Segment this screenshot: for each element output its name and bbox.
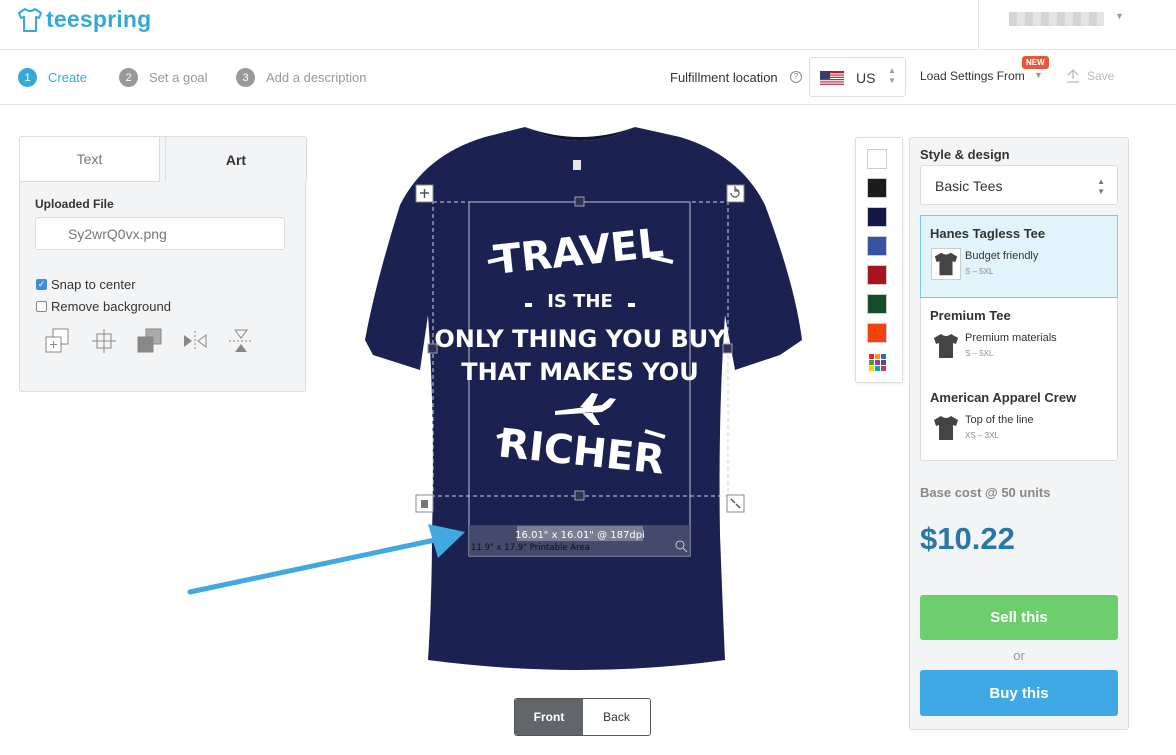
chevron-down-icon: ▼ <box>1034 70 1043 80</box>
swatch-red[interactable] <box>867 265 887 285</box>
or-divider: or <box>1013 648 1025 663</box>
center-icon[interactable] <box>90 327 118 355</box>
resize-handle-right[interactable] <box>722 343 733 354</box>
product-desc: Top of the line <box>965 414 1034 426</box>
product-desc: Budget friendly <box>965 250 1039 262</box>
printable-area-label: 11.9" x 17.9" Printable Area <box>471 543 590 553</box>
step-number: 2 <box>119 68 138 87</box>
tshirt-thumbnail-icon <box>931 248 961 280</box>
steps-bar: 1 Create 2 Set a goal 3 Add a descriptio… <box>0 51 1176 105</box>
checkbox-unchecked-icon <box>36 301 47 312</box>
uploaded-file-field[interactable] <box>35 217 285 250</box>
swatch-black[interactable] <box>867 178 887 198</box>
product-hanes-tagless-tee[interactable]: Hanes Tagless Tee Budget friendly S – 5X… <box>920 215 1118 298</box>
product-sizes: S – 5XL <box>965 267 994 276</box>
resize-handle-bottom[interactable] <box>574 490 585 501</box>
save-icon <box>1067 69 1079 83</box>
product-panel: Style & design Basic Tees ▲ ▼ Hanes Tagle… <box>909 137 1129 730</box>
swatch-navy[interactable] <box>867 207 887 227</box>
product-sizes: XS – 3XL <box>965 431 999 440</box>
sell-this-button[interactable]: Sell this <box>920 595 1118 640</box>
product-sizes: S – 5XL <box>965 349 994 358</box>
bring-forward-icon[interactable] <box>43 327 71 355</box>
product-name: American Apparel Crew <box>930 390 1077 405</box>
select-arrows-icon: ▲ ▼ <box>1097 177 1105 196</box>
save-label: Save <box>1087 69 1115 83</box>
teespring-logo[interactable]: teespring <box>18 6 151 33</box>
dpi-label: 16.01" x 16.01" @ 187dpi <box>515 530 645 541</box>
step-label: Add a description <box>266 70 367 85</box>
back-view-button[interactable]: Back <box>583 699 650 735</box>
design-tools-panel: Text Art Uploaded File ✓ Snap to center … <box>19 136 307 392</box>
design-line-4: THAT MAKES YOU <box>461 358 698 386</box>
remove-bg-label: Remove background <box>51 299 171 314</box>
color-swatches <box>855 137 903 383</box>
buy-this-button[interactable]: Buy this <box>920 670 1118 716</box>
flip-vertical-icon[interactable] <box>227 327 255 355</box>
product-american-apparel-crew[interactable]: American Apparel Crew Top of the line XS… <box>921 380 1117 462</box>
username-blurred <box>1009 12 1104 26</box>
design-line-2: IS THE <box>547 291 613 312</box>
user-menu[interactable]: ▼ <box>978 0 1176 50</box>
tshirt-thumbnail-icon <box>934 416 958 440</box>
product-name: Hanes Tagless Tee <box>930 226 1046 241</box>
front-view-button[interactable]: Front <box>515 699 583 735</box>
product-premium-tee[interactable]: Premium Tee Premium materials S – 5XL <box>921 298 1117 380</box>
select-arrows-icon: ▲ ▼ <box>888 66 896 85</box>
swatch-orange[interactable] <box>867 323 887 343</box>
price-value: $10.22 <box>920 521 1015 556</box>
save-button[interactable]: Save <box>1066 69 1114 83</box>
remove-background-checkbox[interactable]: Remove background <box>36 299 171 314</box>
chevron-down-icon: ▼ <box>1115 11 1124 21</box>
swatch-white[interactable] <box>867 149 887 169</box>
scale-handle-icon[interactable] <box>726 494 745 513</box>
product-name: Premium Tee <box>930 308 1011 323</box>
step-create[interactable]: 1 Create <box>18 68 87 87</box>
tab-text[interactable]: Text <box>19 136 160 182</box>
country-select[interactable]: US ▲ ▼ <box>809 57 906 97</box>
swatch-royal[interactable] <box>867 236 887 256</box>
step-add-description[interactable]: 3 Add a description <box>236 68 366 87</box>
style-select[interactable]: Basic Tees ▲ ▼ <box>920 165 1118 205</box>
step-label: Create <box>48 70 88 85</box>
product-desc: Premium materials <box>965 332 1057 344</box>
tshirt-thumbnail-icon <box>934 334 958 358</box>
step-label: Set a goal <box>149 70 208 85</box>
flip-horizontal-icon[interactable] <box>181 327 209 355</box>
step-number: 3 <box>236 68 255 87</box>
top-bar: teespring ▼ <box>0 0 1176 50</box>
product-list: Hanes Tagless Tee Budget friendly S – 5X… <box>920 215 1118 461</box>
tshirt-logo-icon <box>18 7 42 32</box>
checkbox-checked-icon: ✓ <box>36 279 47 290</box>
style-design-label: Style & design <box>920 147 1010 162</box>
step-set-goal[interactable]: 2 Set a goal <box>119 68 208 87</box>
snap-to-center-checkbox[interactable]: ✓ Snap to center <box>36 277 136 292</box>
step-number: 1 <box>18 68 37 87</box>
send-backward-icon[interactable] <box>135 327 163 355</box>
resize-handle-left[interactable] <box>427 343 438 354</box>
more-colors-icon[interactable] <box>867 352 887 372</box>
help-icon[interactable]: ? <box>790 71 802 83</box>
load-settings-dropdown[interactable]: Load Settings From <box>920 69 1025 83</box>
style-select-value: Basic Tees <box>935 178 1003 194</box>
snap-label: Snap to center <box>51 277 136 292</box>
logo-text: teespring <box>46 6 152 32</box>
new-badge: NEW <box>1022 56 1049 69</box>
resize-handle-top[interactable] <box>574 196 585 207</box>
base-cost-label: Base cost @ 50 units <box>920 485 1051 500</box>
country-code: US <box>856 70 876 86</box>
design-line-3: ONLY THING YOU BUY <box>434 325 726 353</box>
swatch-green[interactable] <box>867 294 887 314</box>
uploaded-file-label: Uploaded File <box>35 197 114 211</box>
annotation-arrow-icon <box>187 524 465 595</box>
view-toggle: Front Back <box>514 698 651 736</box>
tab-art[interactable]: Art <box>165 136 307 182</box>
us-flag-icon <box>820 71 844 86</box>
fulfillment-label: Fulfillment location <box>670 70 778 85</box>
